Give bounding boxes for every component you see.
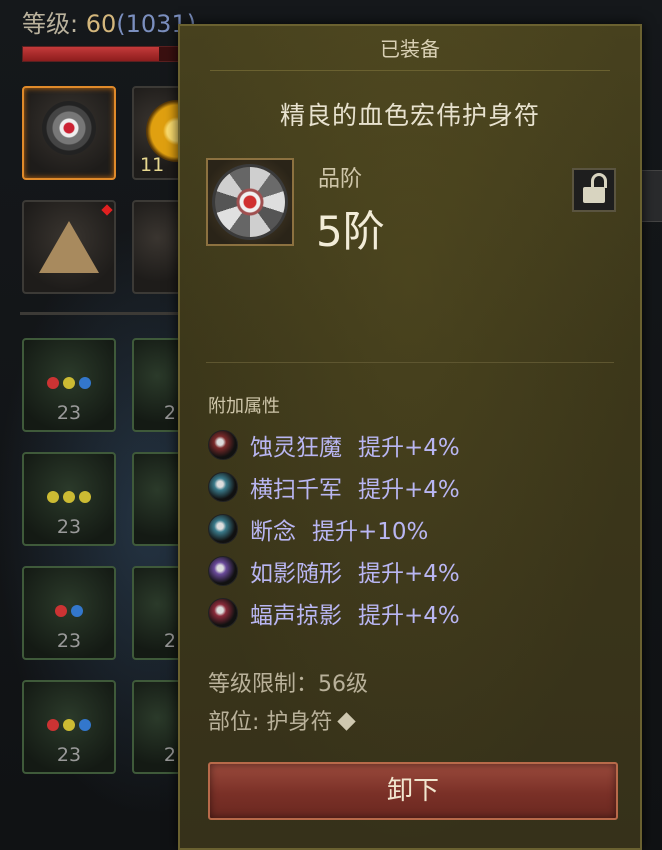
attribute-bonus: 提升+4%	[358, 561, 460, 587]
slot-label: 部位: 护身符	[208, 710, 333, 735]
slot-count: 2	[163, 402, 176, 424]
attribute-name: 如影随形	[250, 561, 342, 587]
dark-spirit-icon	[208, 430, 238, 460]
slot-count: 2	[163, 744, 176, 766]
attribute-row: 断念 提升+10%	[208, 508, 460, 550]
attribute-bonus: 提升+4%	[358, 435, 460, 461]
slot-count: 2	[163, 630, 176, 652]
shadow-icon	[208, 556, 238, 586]
sweep-slash-icon	[208, 472, 238, 502]
socket-gems	[47, 377, 91, 390]
gem-slot-partial-1[interactable]: 2	[132, 338, 182, 432]
gem-slot-partial-2[interactable]	[132, 452, 182, 546]
health-bar	[22, 46, 184, 62]
gem-slot-partial-4[interactable]: 2	[132, 680, 182, 774]
attributes-header: 附加属性	[208, 396, 280, 417]
equipped-header: 已装备	[380, 37, 440, 61]
lock-toggle-button[interactable]	[572, 168, 616, 212]
gold-slot[interactable]: 11	[132, 86, 208, 180]
player-level: 等级: 60(1031)	[22, 4, 196, 39]
item-tooltip-panel: 已装备 精良的血色宏伟护身符 品阶 5阶 附加属性 蚀灵狂魔 提升+4% 横扫千军提…	[178, 24, 642, 850]
slot-count: 23	[56, 402, 82, 424]
attribute-row: 如影随形 提升+4%	[208, 550, 460, 592]
attribute-bonus: 提升+10%	[312, 519, 429, 545]
equipped-amulet-slot[interactable]	[22, 86, 116, 180]
socket-gems	[47, 491, 91, 504]
attribute-bonus: 提升+4%	[358, 477, 460, 503]
inventory-divider	[20, 312, 180, 315]
unlock-icon	[583, 187, 605, 203]
diamond-icon	[337, 711, 357, 731]
slot-info: 部位: 护身符	[208, 704, 357, 736]
level-value: 60	[85, 10, 117, 38]
gem-slot-4[interactable]: 23	[22, 680, 116, 774]
partial-slot[interactable]	[132, 200, 182, 294]
section-divider	[206, 362, 614, 363]
triangle-rune-icon	[39, 221, 99, 273]
attribute-name: 横扫千军	[250, 477, 342, 503]
gem-slot-1[interactable]: 23	[22, 338, 116, 432]
attribute-name: 蝠声掠影	[250, 603, 342, 629]
attribute-row: 蝠声掠影 提升+4%	[208, 592, 460, 634]
amulet-icon	[215, 167, 285, 237]
amulet-icon	[42, 100, 96, 155]
attribute-list: 蚀灵狂魔 提升+4% 横扫千军 提升+4% 断念 提升+10% 如影随形 提升+4% 蝠声掠影提…	[208, 424, 460, 634]
health-bar-fill	[23, 47, 159, 61]
slot-count: 23	[56, 630, 82, 652]
gem-slot-2[interactable]: 23	[22, 452, 116, 546]
unequip-button[interactable]: 卸下	[208, 762, 618, 820]
grade-value: 5阶	[316, 207, 385, 256]
slot-count: 23	[56, 744, 82, 766]
attribute-name: 蚀灵狂魔	[250, 435, 342, 461]
gem-slot-partial-3[interactable]: 2	[132, 566, 182, 660]
attribute-row: 横扫千军 提升+4%	[208, 466, 460, 508]
attribute-name: 断念	[250, 519, 296, 545]
grade-label: 品阶	[318, 167, 363, 192]
side-tab[interactable]	[640, 170, 662, 222]
bat-swarm-icon	[208, 598, 238, 628]
attribute-row: 蚀灵狂魔 提升+4%	[208, 424, 460, 466]
blade-icon	[208, 514, 238, 544]
header-divider	[210, 70, 610, 71]
level-label: 等级:	[22, 10, 86, 38]
rune-slot[interactable]	[22, 200, 116, 294]
gold-count: 11	[140, 154, 165, 176]
slot-count: 23	[56, 516, 82, 538]
level-requirement: 等级限制：56级	[208, 672, 368, 697]
gem-slot-3[interactable]: 23	[22, 566, 116, 660]
item-name: 精良的血色宏伟护身符	[279, 101, 540, 130]
item-icon-frame	[206, 158, 294, 246]
socket-gems	[55, 605, 83, 618]
socket-gems	[47, 719, 91, 732]
attribute-bonus: 提升+4%	[358, 603, 460, 629]
